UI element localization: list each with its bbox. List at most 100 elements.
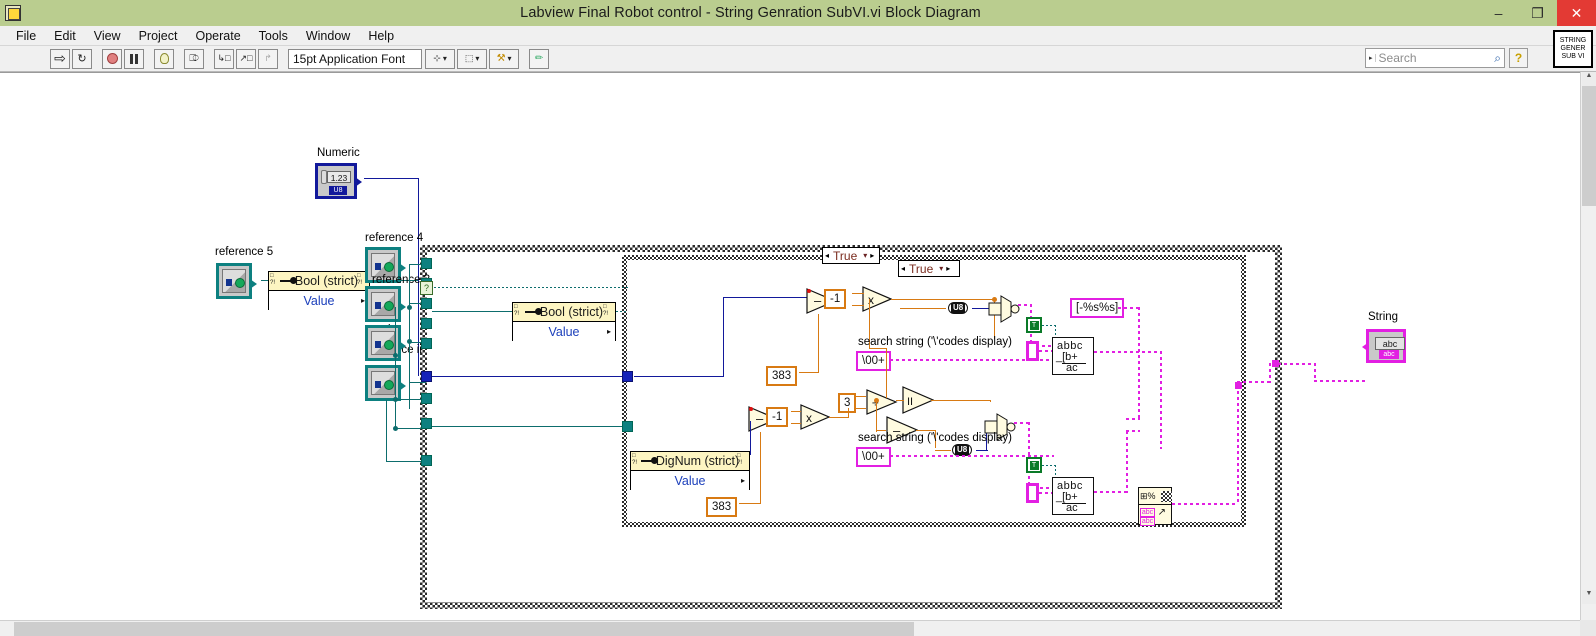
menu-item-project[interactable]: Project [130,26,187,46]
close-button[interactable]: ✕ [1557,0,1596,26]
multiply-primitive-bottom[interactable]: x [800,404,830,430]
menu-item-file[interactable]: File [7,26,45,46]
case-selector-terminal[interactable]: ? [420,281,433,295]
property-node-bool-1[interactable]: □?! Bool (strict) □?! Value ▸ [268,271,370,310]
loop-tunnel-numeric[interactable] [421,371,432,382]
replace-substring-top[interactable]: abbc _[b+ ac [1052,337,1094,375]
case-dropdown-icon[interactable]: ▾ [863,251,867,260]
run-continuous-icon: ↻ [77,53,87,65]
minimize-button[interactable]: – [1479,0,1518,26]
font-selector[interactable]: 15pt Application Font [288,48,423,69]
loop-tunnel-7[interactable] [421,418,432,429]
step-into-button[interactable]: ↳□ [214,48,234,69]
scroll-down-button[interactable]: ▼ [1582,590,1596,604]
wire-loop-out-up [1269,363,1271,383]
format-into-string-node[interactable]: ⊞% ↗ abc abc [1138,487,1173,526]
constant-minus1-bottom[interactable]: -1 [766,407,789,427]
property-node-bool-1-property: Value [303,293,335,308]
replace-substring-bottom[interactable]: abbc _[b+ ac [1052,477,1094,515]
menu-item-tools[interactable]: Tools [250,26,297,46]
vi-icon-pane[interactable]: STRING GENER SUB VI [1553,30,1593,68]
inner-case-dropdown-icon[interactable]: ▾ [939,264,943,273]
case-next-arrow-icon[interactable]: ▸ [870,251,874,260]
constant-minus1-top[interactable]: -1 [824,289,847,309]
menu-item-edit[interactable]: Edit [45,26,85,46]
property-node-dignum-row[interactable]: Value ▸ [631,471,749,490]
search-dropdown-icon[interactable]: ▸ [1369,54,1376,62]
svg-text:–: – [756,411,764,426]
empty-string-constant-top[interactable] [1026,341,1039,361]
numeric-control-terminal[interactable]: 1.23 U8 [315,163,362,199]
inner-case-next-arrow-icon[interactable]: ▸ [946,264,950,273]
step-over-button[interactable]: ↗□ [236,48,256,69]
abort-execution-button[interactable] [102,48,122,69]
loop-tunnel-8[interactable] [421,455,432,466]
multiply-primitive[interactable]: x [862,286,892,312]
constant-383-bottom[interactable]: 383 [706,497,738,517]
menu-item-help[interactable]: Help [359,26,403,46]
inner-case-selector[interactable]: ◂ True ▾ ▸ [898,260,960,277]
search-input[interactable]: ▸ Search ⌕ [1365,48,1505,68]
menu-item-operate[interactable]: Operate [186,26,249,46]
number-to-string-top[interactable] [988,295,1020,323]
wire-fmtstr-v [1138,307,1140,419]
u8-cast-top[interactable]: U8 [948,302,969,314]
wire-383-top-v [818,314,819,372]
font-label: 15pt Application Font [293,51,406,66]
highlight-execution-button[interactable] [154,48,174,69]
menu-item-window[interactable]: Window [297,26,359,46]
constant-383-top[interactable]: 383 [766,366,798,386]
maximize-button[interactable]: ❐ [1518,0,1557,26]
property-node-bool-2[interactable]: □?! Bool (strict) □?! Value ▸ [512,302,616,341]
pause-button[interactable] [124,48,144,69]
context-help-button[interactable]: ? [1509,48,1528,68]
loop-tunnel-6[interactable] [421,393,432,404]
string-indicator-terminal[interactable]: abc abc [1362,329,1406,363]
run-continuously-button[interactable]: ↻ [72,48,92,69]
u8-cast-top-label: U8 [951,303,966,313]
menu-item-view[interactable]: View [85,26,130,46]
wire-loop-out-h [1237,381,1271,383]
search-string-label-bottom: search string ('\'codes display) [858,432,1012,444]
format-string-constant[interactable]: [-%s%s] [1070,298,1125,318]
ref-out-glyph-icon: □?! [737,453,743,466]
loop-tunnel-3[interactable] [421,298,432,309]
horizontal-scrollbar[interactable] [0,620,1596,636]
step-out-button[interactable]: ↱ [258,48,278,69]
quotient-remainder-primitive[interactable]: II [902,386,934,414]
property-node-bool-2-row[interactable]: Value ▸ [513,322,615,341]
search-string-constant-bottom[interactable]: \00+ [856,447,891,467]
property-node-dignum[interactable]: □?! DigNum (strict) □?! Value ▸ [630,451,750,490]
run-button[interactable]: ⇨ [50,48,70,69]
loop-tunnel-5[interactable] [421,338,432,349]
reorder-objects-button[interactable]: ⚒ [489,48,520,69]
case-tunnel-dignum-in[interactable] [622,421,633,432]
loop-tunnel-4[interactable] [421,318,432,329]
block-diagram-canvas[interactable]: ◂ True ▾ ▸ ◂ True ▾ ▸ Numeric 1.23 U8 re… [0,72,1596,628]
reference5-terminal[interactable] [216,263,257,299]
scroll-up-button[interactable]: ▲ [1582,72,1596,86]
boolean-true-constant-bottom[interactable]: T [1026,457,1042,473]
vertical-scroll-thumb[interactable] [1582,86,1596,206]
wire-numeric-case-v [723,297,724,377]
case-tunnel-numeric[interactable] [622,371,633,382]
empty-string-constant-bottom[interactable] [1026,483,1039,503]
horizontal-scroll-thumb[interactable] [14,622,914,636]
search-string-label-top: search string ('\'codes display) [858,336,1012,348]
wire-ref1-out [410,382,426,383]
boolean-true-constant-top[interactable]: T [1026,317,1042,333]
loop-tunnel-1[interactable] [421,258,432,269]
vi-icon-line3: SUB VI [1561,53,1585,60]
vertical-scrollbar[interactable]: ▲ ▼ [1580,72,1596,620]
clean-up-diagram-button[interactable]: ✏ [529,48,550,69]
retain-wire-values-button[interactable]: ⎄ [184,48,204,69]
wire-bool-true-top-v [1055,325,1056,337]
property-node-bool-1-row[interactable]: Value ▸ [269,291,369,310]
outer-case-selector[interactable]: ◂ True ▾ ▸ [822,247,880,264]
wire-replace-bottom-out [1094,491,1128,493]
wire-quot-out [931,400,991,401]
align-objects-button[interactable]: ⊹ [425,48,456,69]
property-node-bool-2-header: □?! Bool (strict) □?! [513,303,615,322]
divide-primitive[interactable]: ÷ [866,389,898,415]
distribute-objects-button[interactable]: ⬚ [457,48,488,69]
